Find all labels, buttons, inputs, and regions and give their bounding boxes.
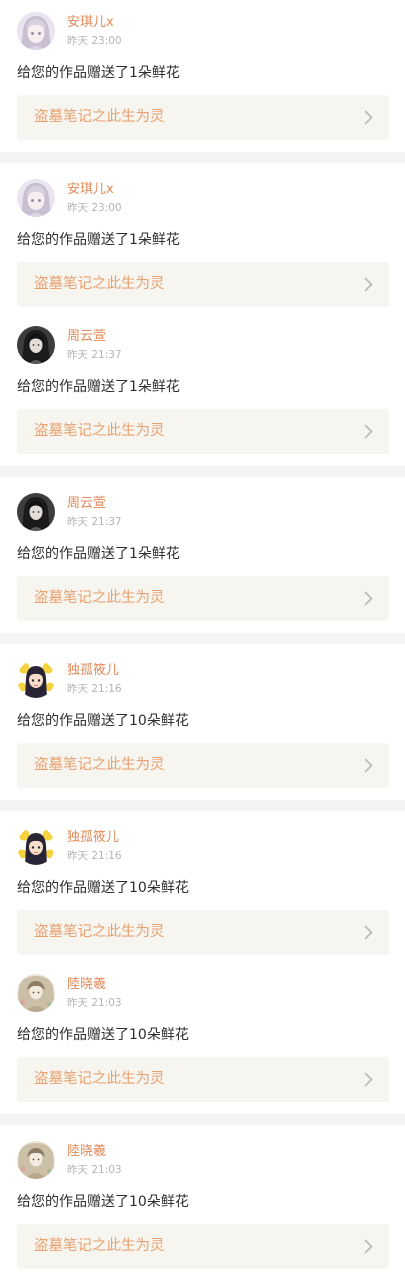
section-divider <box>0 152 405 163</box>
sent-time: 昨天 23:00 <box>67 202 122 214</box>
chevron-right-icon <box>364 110 373 125</box>
chevron-right-icon <box>364 591 373 606</box>
sender-name[interactable]: 周云萱 <box>67 496 106 512</box>
work-title: 盗墓笔记之此生为灵 <box>34 423 165 439</box>
notification-item: 独孤筱儿 昨天 21:16 给您的作品赠送了10朵鲜花 盗墓笔记之此生为灵 <box>0 815 405 967</box>
anime-girl-avatar-icon[interactable] <box>17 179 55 217</box>
work-title: 盗墓笔记之此生为灵 <box>34 1071 165 1087</box>
sent-time: 昨天 21:16 <box>67 683 122 695</box>
gift-message: 给您的作品赠送了1朵鲜花 <box>17 546 180 562</box>
chevron-right-icon <box>364 424 373 439</box>
cartoon-girl-avatar-icon[interactable] <box>17 827 55 865</box>
gift-message: 给您的作品赠送了10朵鲜花 <box>17 880 189 896</box>
sender-name[interactable]: 独孤筱儿 <box>67 830 119 846</box>
gift-message: 给您的作品赠送了1朵鲜花 <box>17 65 180 81</box>
notification-item: 安琪儿x 昨天 23:00 给您的作品赠送了1朵鲜花 盗墓笔记之此生为灵 <box>0 167 405 319</box>
notification-item: 陸晓羲 昨天 21:03 给您的作品赠送了10朵鲜花 盗墓笔记之此生为灵 <box>0 962 405 1114</box>
sender-name[interactable]: 安琪儿x <box>67 182 114 198</box>
gift-message: 给您的作品赠送了1朵鲜花 <box>17 379 180 395</box>
notification-item: 安琪儿x 昨天 23:00 给您的作品赠送了1朵鲜花 盗墓笔记之此生为灵 <box>0 0 405 152</box>
sent-time: 昨天 23:00 <box>67 35 122 47</box>
gift-message: 给您的作品赠送了10朵鲜花 <box>17 1194 189 1210</box>
sent-time: 昨天 21:37 <box>67 516 122 528</box>
chevron-right-icon <box>364 758 373 773</box>
vintage-illustration-avatar-icon[interactable] <box>17 1141 55 1179</box>
work-link-card[interactable]: 盗墓笔记之此生为灵 <box>17 910 389 955</box>
section-divider <box>0 800 405 811</box>
gift-message: 给您的作品赠送了10朵鲜花 <box>17 713 189 729</box>
section-divider <box>0 633 405 644</box>
gift-message: 给您的作品赠送了10朵鲜花 <box>17 1027 189 1043</box>
work-link-card[interactable]: 盗墓笔记之此生为灵 <box>17 743 389 788</box>
notification-item: 周云萱 昨天 21:37 给您的作品赠送了1朵鲜花 盗墓笔记之此生为灵 <box>0 314 405 466</box>
sent-time: 昨天 21:03 <box>67 1164 122 1176</box>
anime-girl-avatar-icon[interactable] <box>17 12 55 50</box>
gift-message: 给您的作品赠送了1朵鲜花 <box>17 232 180 248</box>
chevron-right-icon <box>364 925 373 940</box>
chevron-right-icon <box>364 1239 373 1254</box>
section-divider <box>0 466 405 477</box>
sent-time: 昨天 21:37 <box>67 349 122 361</box>
work-link-card[interactable]: 盗墓笔记之此生为灵 <box>17 95 389 140</box>
work-link-card[interactable]: 盗墓笔记之此生为灵 <box>17 262 389 307</box>
work-title: 盗墓笔记之此生为灵 <box>34 276 165 292</box>
sent-time: 昨天 21:16 <box>67 850 122 862</box>
work-title: 盗墓笔记之此生为灵 <box>34 109 165 125</box>
cartoon-girl-avatar-icon[interactable] <box>17 660 55 698</box>
work-link-card[interactable]: 盗墓笔记之此生为灵 <box>17 1057 389 1102</box>
sender-name[interactable]: 陸晓羲 <box>67 1144 106 1160</box>
work-link-card[interactable]: 盗墓笔记之此生为灵 <box>17 1224 389 1269</box>
work-title: 盗墓笔记之此生为灵 <box>34 1238 165 1254</box>
section-divider <box>0 1114 405 1125</box>
notification-item: 陸晓羲 昨天 21:03 给您的作品赠送了10朵鲜花 盗墓笔记之此生为灵 <box>0 1129 405 1280</box>
sender-name[interactable]: 周云萱 <box>67 329 106 345</box>
sender-name[interactable]: 安琪儿x <box>67 15 114 31</box>
notification-item: 独孤筱儿 昨天 21:16 给您的作品赠送了10朵鲜花 盗墓笔记之此生为灵 <box>0 648 405 800</box>
notification-item: 周云萱 昨天 21:37 给您的作品赠送了1朵鲜花 盗墓笔记之此生为灵 <box>0 481 405 633</box>
work-title: 盗墓笔记之此生为灵 <box>34 590 165 606</box>
sent-time: 昨天 21:03 <box>67 997 122 1009</box>
sender-name[interactable]: 独孤筱儿 <box>67 663 119 679</box>
work-link-card[interactable]: 盗墓笔记之此生为灵 <box>17 409 389 454</box>
work-link-card[interactable]: 盗墓笔记之此生为灵 <box>17 576 389 621</box>
work-title: 盗墓笔记之此生为灵 <box>34 757 165 773</box>
portrait-photo-avatar-icon[interactable] <box>17 493 55 531</box>
work-title: 盗墓笔记之此生为灵 <box>34 924 165 940</box>
portrait-photo-avatar-icon[interactable] <box>17 326 55 364</box>
sender-name[interactable]: 陸晓羲 <box>67 977 106 993</box>
chevron-right-icon <box>364 277 373 292</box>
vintage-illustration-avatar-icon[interactable] <box>17 974 55 1012</box>
chevron-right-icon <box>364 1072 373 1087</box>
